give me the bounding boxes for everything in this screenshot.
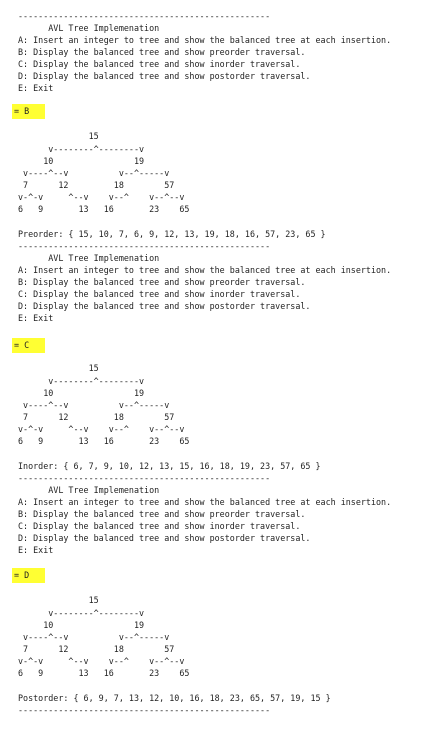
tree-line: v-^-v ^--v v--^ v--^--v (18, 192, 185, 202)
user-input-prompt: = D (12, 568, 45, 583)
separator-line: ----------------------------------------… (18, 473, 271, 483)
console-output: ----------------------------------------… (0, 0, 421, 733)
tree-line: v-^-v ^--v v--^ v--^--v (18, 424, 185, 434)
separator-line: ----------------------------------------… (18, 705, 271, 715)
tree-line: 6 9 13 16 23 65 (18, 436, 190, 446)
menu-title: AVL Tree Implemenation (18, 485, 160, 495)
menu-item-b: B: Display the balanced tree and show pr… (18, 277, 306, 287)
menu-item-a: A: Insert an integer to tree and show th… (18, 265, 392, 275)
menu-item-a: A: Insert an integer to tree and show th… (18, 35, 392, 45)
menu-item-c: C: Display the balanced tree and show in… (18, 59, 301, 69)
tree-line: v----^--v v--^-----v (18, 168, 170, 178)
tree-line: 7 12 18 57 (18, 180, 175, 190)
tree-line: v-^-v ^--v v--^ v--^--v (18, 656, 185, 666)
tree-line: v----^--v v--^-----v (18, 632, 170, 642)
menu-item-b: B: Display the balanced tree and show pr… (18, 509, 306, 519)
tree-line: 10 19 (18, 388, 145, 398)
menu-item-e: E: Exit (18, 545, 54, 555)
user-input-prompt: = B (12, 104, 45, 119)
menu-item-d: D: Display the balanced tree and show po… (18, 533, 311, 543)
tree-line: v--------^--------v (18, 608, 145, 618)
separator-line: ----------------------------------------… (18, 241, 271, 251)
tree-line: 15 (18, 131, 99, 141)
traversal-result: Preorder: { 15, 10, 7, 6, 9, 12, 13, 19,… (18, 229, 326, 239)
menu-item-e: E: Exit (18, 83, 54, 93)
menu-item-a: A: Insert an integer to tree and show th… (18, 497, 392, 507)
tree-line: 15 (18, 363, 99, 373)
tree-line: 7 12 18 57 (18, 412, 175, 422)
menu-item-d: D: Display the balanced tree and show po… (18, 301, 311, 311)
tree-line: 6 9 13 16 23 65 (18, 668, 190, 678)
tree-line: 7 12 18 57 (18, 644, 175, 654)
traversal-result: Postorder: { 6, 9, 7, 13, 12, 10, 16, 18… (18, 693, 331, 703)
menu-title: AVL Tree Implemenation (18, 253, 160, 263)
tree-line: v----^--v v--^-----v (18, 400, 170, 410)
menu-item-d: D: Display the balanced tree and show po… (18, 71, 311, 81)
tree-line: 6 9 13 16 23 65 (18, 204, 190, 214)
separator-line: ----------------------------------------… (18, 11, 271, 21)
menu-item-c: C: Display the balanced tree and show in… (18, 289, 301, 299)
tree-line: v--------^--------v (18, 376, 145, 386)
tree-line: 10 19 (18, 156, 145, 166)
menu-item-e: E: Exit (18, 313, 54, 323)
menu-item-b: B: Display the balanced tree and show pr… (18, 47, 306, 57)
traversal-result: Inorder: { 6, 7, 9, 10, 12, 13, 15, 16, … (18, 461, 321, 471)
menu-title: AVL Tree Implemenation (18, 23, 160, 33)
tree-line: 15 (18, 595, 99, 605)
user-input-prompt: = C (12, 338, 45, 353)
tree-line: v--------^--------v (18, 144, 145, 154)
menu-item-c: C: Display the balanced tree and show in… (18, 521, 301, 531)
tree-line: 10 19 (18, 620, 145, 630)
